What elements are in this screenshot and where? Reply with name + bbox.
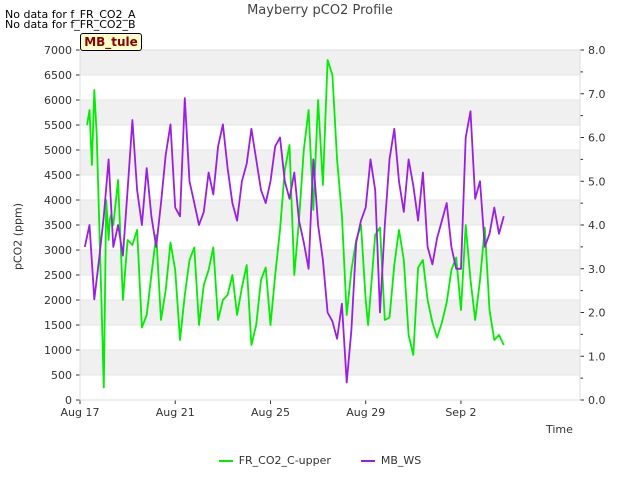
y-axis-label: pCO2 (ppm) [11, 202, 25, 271]
y2-tick-label: 4.0 [588, 219, 606, 232]
x-axis-label: Time [546, 423, 573, 436]
legend-swatch-mb-ws [360, 459, 375, 462]
y-tick-label: 4000 [44, 194, 72, 207]
y2-tick-label: 7.0 [588, 88, 606, 101]
y-tick-label: 1500 [44, 319, 72, 332]
grid-band [80, 350, 580, 375]
y-tick-label: 5500 [44, 119, 72, 132]
x-tick-label: Sep 2 [445, 406, 476, 419]
y2-tick-label: 0.0 [588, 394, 606, 407]
y2-tick-label: 6.0 [588, 132, 606, 145]
legend-item-fr-co2: FR_CO2_C-upper [218, 454, 331, 467]
legend-label-mb-ws: MB_WS [380, 454, 422, 467]
y-tick-label: 4500 [44, 169, 72, 182]
y-tick-label: 1000 [44, 344, 72, 357]
y2-tick-label: 5.0 [588, 175, 606, 188]
y-tick-label: 7000 [44, 44, 72, 57]
y-tick-label: 5000 [44, 144, 72, 157]
y-tick-label: 2500 [44, 269, 72, 282]
grid-band [80, 150, 580, 175]
y-tick-label: 2000 [44, 294, 72, 307]
grid-band [80, 300, 580, 325]
x-tick-label: Aug 21 [156, 406, 195, 419]
series-line-mb-ws [83, 97, 505, 384]
x-tick-label: Aug 25 [251, 406, 290, 419]
y-tick-label: 3000 [44, 244, 72, 257]
y2-tick-label: 8.0 [588, 44, 606, 57]
chart-svg: 0500100015002000250030003500400045005000… [44, 44, 606, 419]
y-tick-label: 6500 [44, 69, 72, 82]
legend-item-mb-ws: MB_WS [360, 454, 422, 467]
x-tick-label: Aug 29 [346, 406, 385, 419]
legend: FR_CO2_C-upper MB_WS [0, 454, 640, 467]
y-tick-label: 500 [51, 369, 72, 382]
grid-band [80, 100, 580, 125]
grid-band [80, 250, 580, 275]
legend-label-fr-co2: FR_CO2_C-upper [238, 454, 331, 467]
x-tick-label: Aug 17 [61, 406, 100, 419]
grid-band [80, 50, 580, 75]
y-tick-label: 3500 [44, 219, 72, 232]
y2-tick-label: 3.0 [588, 263, 606, 276]
legend-swatch-fr-co2 [218, 459, 233, 462]
site-badge: MB_tule [80, 33, 142, 51]
y2-tick-label: 2.0 [588, 307, 606, 320]
grid-band [80, 200, 580, 225]
y-tick-label: 6000 [44, 94, 72, 107]
y2-tick-label: 1.0 [588, 350, 606, 363]
